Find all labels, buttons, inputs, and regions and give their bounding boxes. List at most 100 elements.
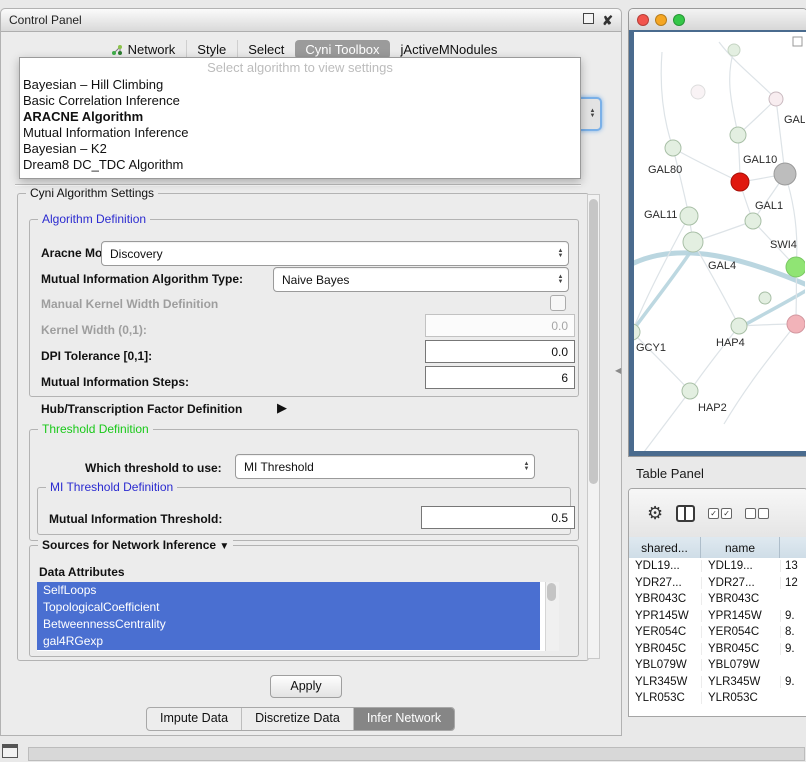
column-header-shared[interactable]: shared... [629,537,701,558]
table-row[interactable]: YDL19...YDL19...13 [629,558,806,575]
control-panel-window: Control Panel ✘ Network Style Select Cyn… [0,8,622,736]
data-attributes-list: SelfLoops TopologicalCoefficient Between… [37,582,559,651]
mi-threshold-field[interactable]: 0.5 [421,506,575,529]
node-label: GAL80 [648,164,682,176]
table-panel-window: ⚙ ✓✓ shared... name YDL19...YDL19...13 Y… [628,488,806,717]
combo-arrows-icon: ▲▼ [553,249,568,259]
column-header-name[interactable]: name [701,537,780,558]
collapse-down-icon[interactable]: ▼ [219,541,229,552]
tab-discretize-data[interactable]: Discretize Data [241,708,353,730]
dpi-tolerance-field[interactable]: 0.0 [425,340,575,363]
node-gal10-selected[interactable] [731,173,749,191]
table-row[interactable]: YLR345WYLR345W9. [629,674,806,691]
settings-scrollbar[interactable] [587,194,600,659]
group-title: MI Threshold Definition [46,480,177,494]
select-all-columns-icon[interactable]: ✓✓ [708,508,732,519]
table-row[interactable]: YBL079WYBL079W [629,657,806,674]
table-row[interactable]: YPR145WYPR145W9. [629,608,806,625]
node[interactable] [728,44,740,56]
mac-minimize-button[interactable] [655,14,667,26]
node-gcy1[interactable] [634,324,640,340]
tab-infer-network[interactable]: Infer Network [353,708,454,730]
node[interactable] [769,92,783,106]
group-title: Threshold Definition [38,422,153,436]
scrollbar-thumb[interactable] [547,583,556,601]
bottom-scrollbar[interactable] [28,747,805,761]
node-gal4[interactable] [683,232,703,252]
which-threshold-select[interactable]: MI Threshold ▲▼ [235,454,535,479]
node-hap2[interactable] [682,383,698,399]
tab-impute-data[interactable]: Impute Data [147,708,241,730]
float-window-icon[interactable] [583,13,594,27]
group-title: Sources for Network Inference ▼ [38,538,233,552]
group-title: Algorithm Definition [38,212,150,226]
mac-close-button[interactable] [637,14,649,26]
list-scrollbar[interactable] [545,582,559,651]
which-threshold-label: Which threshold to use: [85,461,222,475]
list-item[interactable]: BetweennessCentrality [37,616,540,633]
kernel-width-field[interactable]: 0.0 [425,314,575,337]
column-settings-icon[interactable] [676,505,695,522]
network-window-titlebar [629,9,806,31]
node[interactable] [691,85,705,99]
table-header: shared... name [629,537,806,559]
table-panel-title: Table Panel [636,466,704,481]
mi-algorithm-type-select[interactable]: Naive Bayes ▲▼ [273,267,569,292]
combo-arrows-icon: ▲▼ [553,275,568,285]
panel-corner-icon[interactable] [2,744,18,758]
gear-icon[interactable]: ⚙ [647,504,663,522]
network-graph: GAL80 GAL10 GAL11 GAL1 SWI4 GAL4 GCY1 HA… [634,32,805,453]
dpi-tolerance-label: DPI Tolerance [0,1]: [41,349,152,363]
table-toolbar: ⚙ ✓✓ [629,489,806,538]
mi-steps-field[interactable]: 6 [425,366,575,389]
node-label: SWI4 [770,239,797,251]
aracne-mode-select[interactable]: Discovery ▲▼ [101,241,569,266]
node-hap4[interactable] [731,318,747,334]
data-attributes-label: Data Attributes [39,565,125,579]
node-gal11[interactable] [680,207,698,225]
popup-item[interactable]: Mutual Information Inference [20,125,580,141]
control-panel-titlebar: Control Panel ✘ [1,9,621,32]
combo-arrows-icon: ▲▼ [585,109,600,119]
popup-placeholder: Select algorithm to view settings [20,58,580,77]
manual-kernel-label: Manual Kernel Width Definition [41,297,218,311]
table-row[interactable]: YBR045CYBR045C9. [629,641,806,658]
node[interactable] [759,292,771,304]
mac-zoom-button[interactable] [673,14,685,26]
popup-item[interactable]: Dream8 DC_TDC Algorithm [20,157,580,173]
overview-toggle-icon[interactable] [793,37,802,46]
network-canvas[interactable]: GAL80 GAL10 GAL11 GAL1 SWI4 GAL4 GCY1 HA… [629,30,806,456]
scrollbar-thumb[interactable] [589,199,598,484]
algorithm-dropdown-popup: Select algorithm to view settings Bayesi… [19,57,581,179]
table-row[interactable]: YLR053CYLR053C [629,690,806,707]
table-row[interactable]: YER054CYER054C8. [629,624,806,641]
close-icon[interactable]: ✘ [602,15,613,26]
expand-right-icon[interactable]: ▶ [277,400,287,416]
hub-definition-label[interactable]: Hub/Transcription Factor Definition [41,402,242,416]
popup-item[interactable]: Bayesian – K2 [20,141,580,157]
popup-item[interactable]: Basic Correlation Inference [20,93,580,109]
node-pink[interactable] [787,315,805,333]
mi-steps-label: Mutual Information Steps: [41,375,189,389]
apply-button[interactable]: Apply [270,675,342,698]
node-label: GCY1 [636,342,666,354]
list-item[interactable]: SelfLoops [37,582,540,599]
table-body: YDL19...YDL19...13 YDR27...YDR27...12 YB… [629,558,806,716]
network-icon [111,44,123,56]
popup-item[interactable]: Bayesian – Hill Climbing [20,77,580,93]
column-header-extra[interactable] [780,537,806,558]
table-row[interactable]: YBR043CYBR043C [629,591,806,608]
list-item[interactable]: TopologicalCoefficient [37,599,540,616]
table-row[interactable]: YDR27...YDR27...12 [629,575,806,592]
popup-item-selected[interactable]: ARACNE Algorithm [20,109,580,125]
kernel-width-label: Kernel Width (0,1): [41,323,147,337]
node[interactable] [730,127,746,143]
node-gray[interactable] [774,163,796,185]
deselect-all-columns-icon[interactable] [745,508,769,519]
node-gal1[interactable] [745,213,761,229]
node-swi4[interactable] [786,257,805,277]
manual-kernel-checkbox[interactable] [550,295,566,311]
list-item[interactable]: gal4RGexp [37,633,540,650]
node-gal80[interactable] [665,140,681,156]
panel-divider-handle[interactable]: ◀ [615,366,621,375]
